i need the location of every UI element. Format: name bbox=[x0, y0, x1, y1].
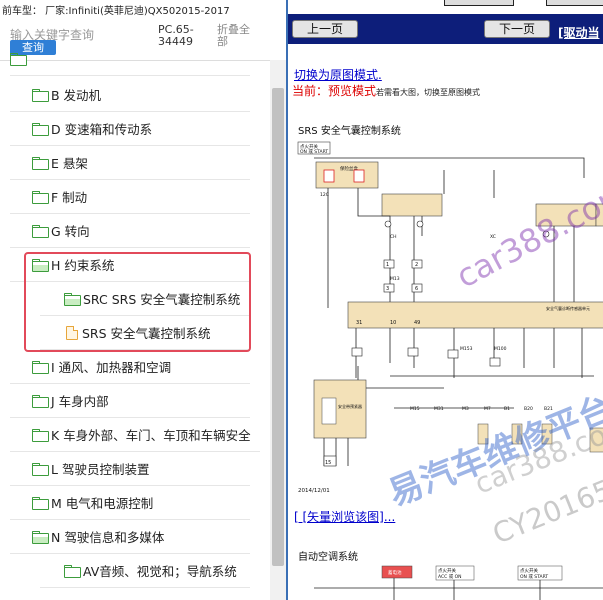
folder-icon bbox=[32, 361, 49, 374]
top-toolbar-strip bbox=[288, 0, 603, 12]
svg-text:M7: M7 bbox=[484, 406, 491, 412]
svg-text:M31: M31 bbox=[434, 406, 444, 412]
toolbar-button[interactable] bbox=[444, 0, 514, 6]
tree-item[interactable]: E 悬架 bbox=[10, 146, 250, 180]
tree-item[interactable]: D 变速箱和传动系 bbox=[10, 112, 250, 146]
svg-text:31: 31 bbox=[356, 320, 362, 326]
svg-text:点火开关: 点火开关 bbox=[438, 567, 456, 574]
tree-item-label: M 电气和电源控制 bbox=[51, 496, 154, 511]
diagram-title: 自动空调系统 bbox=[298, 550, 358, 563]
tree-item-label: D 变速箱和传动系 bbox=[51, 122, 153, 137]
folder-icon bbox=[32, 157, 49, 170]
ac-wiring-diagram[interactable]: 自动空调系统 蓄电池 点火开关 ACC 或 ON 点火开关 ON 或 START bbox=[294, 542, 603, 600]
svg-text:15: 15 bbox=[325, 460, 331, 466]
vector-view-link[interactable]: [ [矢量浏览该图]... bbox=[294, 508, 395, 525]
folder-icon bbox=[32, 429, 49, 442]
folder-icon bbox=[32, 497, 49, 510]
svg-text:ON 或 START: ON 或 START bbox=[520, 573, 548, 580]
next-page-button[interactable]: 下一页 bbox=[484, 20, 550, 38]
svg-text:点火开关: 点火开关 bbox=[300, 143, 318, 150]
folder-icon bbox=[32, 395, 49, 408]
tree-item-label: L 驾驶员控制装置 bbox=[51, 462, 150, 477]
svg-text:6: 6 bbox=[415, 286, 418, 292]
folder-icon bbox=[10, 53, 27, 66]
page-nav-bar: 上一页 下一页 [驱动当 bbox=[288, 14, 603, 44]
tree-item-label: AV音频、视觉和；导航系统 bbox=[83, 564, 237, 579]
mode-preview-label: 预览模式 bbox=[328, 84, 377, 98]
nav-extra-link[interactable]: [驱动当 bbox=[558, 24, 600, 41]
tree-item[interactable]: AV音频、视觉和；导航系统 bbox=[40, 554, 250, 588]
mode-hint: 若需看大图，切换至原图模式 bbox=[376, 88, 481, 97]
diagram-title: SRS 安全气囊控制系统 bbox=[298, 124, 401, 137]
folder-icon bbox=[32, 191, 49, 204]
folder-open-icon bbox=[32, 531, 49, 544]
selection-highlight bbox=[24, 252, 251, 352]
svg-text:安全带预紧器: 安全带预紧器 bbox=[338, 403, 362, 409]
tree-item[interactable] bbox=[40, 588, 250, 600]
folder-icon bbox=[64, 565, 81, 578]
svg-text:3: 3 bbox=[386, 286, 389, 292]
vehicle-info: 前车型： 厂家:Infiniti(英菲尼迪)QX502015-2017 bbox=[2, 6, 230, 17]
tree-item-label: J 车身内部 bbox=[51, 394, 109, 409]
tree-item[interactable]: L 驾驶员控制装置 bbox=[10, 452, 250, 486]
mode-current-label: 当前： bbox=[292, 84, 329, 98]
svg-text:2: 2 bbox=[415, 262, 418, 268]
tree-item-label: N 驾驶信息和多媒体 bbox=[51, 530, 165, 545]
prev-page-button[interactable]: 上一页 bbox=[292, 20, 358, 38]
tree-item-label: F 制动 bbox=[51, 190, 88, 205]
svg-text:M100: M100 bbox=[494, 346, 507, 352]
svg-text:1: 1 bbox=[386, 262, 389, 268]
folder-icon bbox=[32, 463, 49, 476]
tree-item[interactable]: K 车身外部、车门、车顶和车辆安全 bbox=[10, 418, 260, 452]
tree-item[interactable]: F 制动 bbox=[10, 180, 250, 214]
svg-text:M15: M15 bbox=[410, 406, 420, 412]
switch-original-mode-link[interactable]: 切换为原图模式. bbox=[294, 66, 382, 83]
folder-icon bbox=[32, 89, 49, 102]
svg-text:M153: M153 bbox=[460, 346, 473, 352]
mode-status: 当前：预览模式若需看大图，切换至原图模式 bbox=[292, 82, 480, 99]
tree-item[interactable]: N 驾驶信息和多媒体 bbox=[10, 520, 250, 554]
tree-item-label: G 转向 bbox=[51, 224, 90, 239]
tree-item-label: I 通风、加热器和空调 bbox=[51, 360, 172, 375]
svg-text:M3: M3 bbox=[462, 406, 469, 412]
tree-item[interactable]: J 车身内部 bbox=[10, 384, 250, 418]
svg-text:B1: B1 bbox=[504, 406, 510, 412]
tree-item[interactable]: G 转向 bbox=[10, 214, 250, 248]
diagram-date: 2014/12/01 bbox=[298, 488, 330, 494]
folder-icon bbox=[32, 123, 49, 136]
tree-item[interactable]: I 通风、加热器和空调 bbox=[10, 350, 250, 384]
svg-text:10: 10 bbox=[390, 320, 396, 326]
tree-item[interactable]: B 发动机 bbox=[10, 78, 250, 112]
svg-text:49: 49 bbox=[414, 320, 420, 326]
svg-text:安全气囊诊断传感器单元: 安全气囊诊断传感器单元 bbox=[546, 305, 590, 311]
tree-item-label: E 悬架 bbox=[51, 156, 88, 171]
tree-item-label: B 发动机 bbox=[51, 88, 102, 103]
svg-text:点火开关: 点火开关 bbox=[520, 567, 538, 574]
tree-pane: 前车型： 厂家:Infiniti(英菲尼迪)QX502015-2017 输入关键… bbox=[0, 0, 286, 600]
tree-item[interactable] bbox=[10, 42, 250, 76]
svg-text:蓄电池: 蓄电池 bbox=[388, 569, 402, 576]
svg-text:12C: 12C bbox=[320, 192, 329, 198]
svg-text:M13: M13 bbox=[390, 276, 400, 282]
toolbar-button[interactable] bbox=[546, 0, 603, 6]
tree-item-label: K 车身外部、车门、车顶和车辆安全 bbox=[51, 428, 251, 443]
folder-icon bbox=[32, 225, 49, 238]
tree-item[interactable]: M 电气和电源控制 bbox=[10, 486, 250, 520]
svg-text:ON 或 START: ON 或 START bbox=[300, 148, 328, 155]
svg-text:CH: CH bbox=[390, 234, 397, 240]
scrollbar-thumb[interactable] bbox=[272, 88, 284, 566]
svg-text:ACC 或 ON: ACC 或 ON bbox=[438, 573, 462, 580]
